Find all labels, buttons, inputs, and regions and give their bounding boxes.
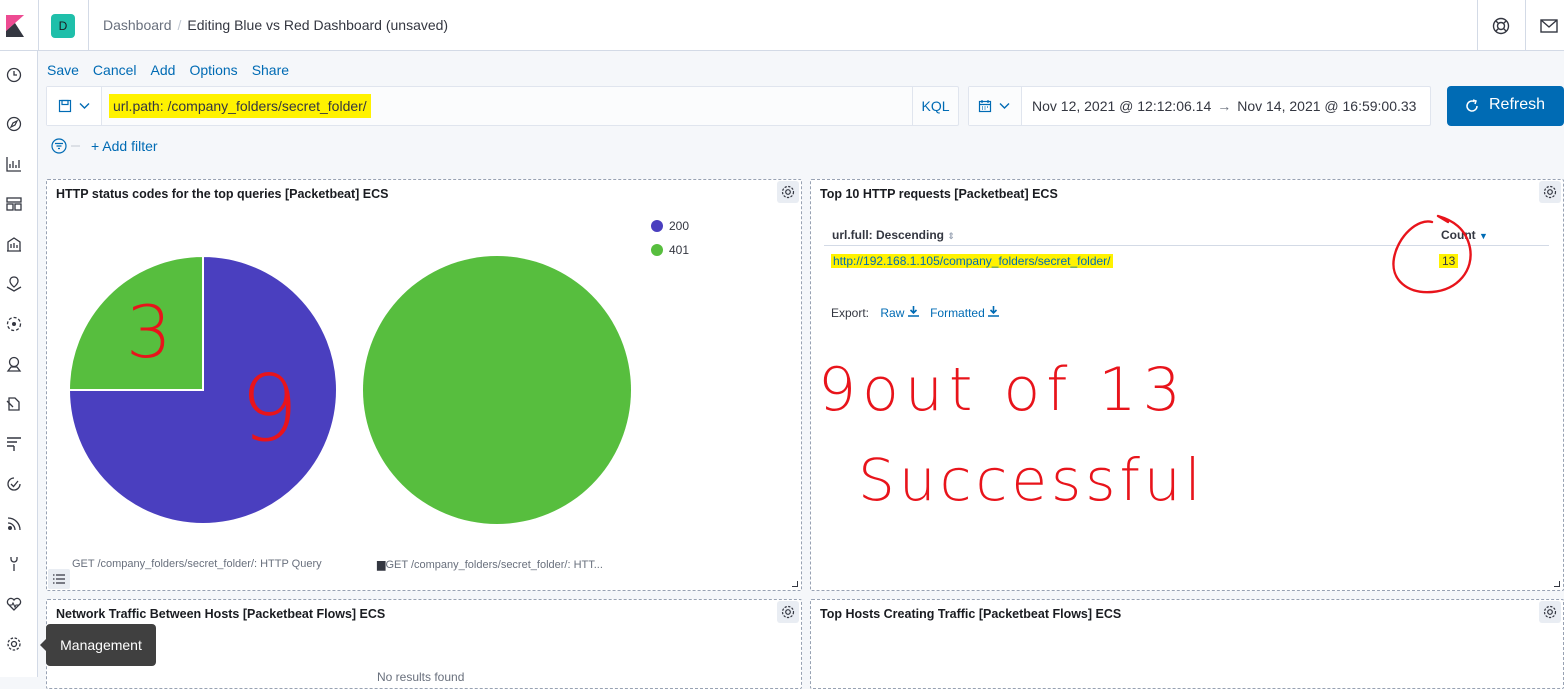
options-button[interactable]: Options [189,62,237,78]
date-range: Nov 12, 2021 @ 12:12:06.14 → Nov 14, 2021 … [1032,98,1416,114]
save-button[interactable]: Save [47,62,79,78]
refresh-button[interactable]: Refresh [1447,86,1564,126]
start-date[interactable]: Nov 12, 2021 @ 12:12:06.14 [1032,98,1211,114]
side-nav [0,51,38,677]
sort-icon: ⇕ [947,231,955,241]
resize-handle[interactable] [792,581,798,587]
column-count-label: Count [1441,228,1476,242]
refresh-icon [1466,99,1478,112]
legend-label: 200 [669,219,690,233]
saved-query-button[interactable] [47,87,102,125]
kql-toggle-button[interactable]: KQL [912,87,958,125]
pie-caption-left: GET /company_folders/secret_folder/: HTT… [72,558,322,570]
help-icon[interactable] [1491,16,1511,36]
visualize-chart-icon[interactable] [5,155,23,173]
share-button[interactable]: Share [252,62,289,78]
management-tooltip: Management [40,624,156,666]
export-label: Export: [831,306,870,320]
chevron-down-icon [999,103,1010,109]
breadcrumb-dashboard[interactable]: Dashboard [103,17,172,33]
legend-toggle-list-icon[interactable] [48,569,70,589]
logs-icon[interactable] [5,395,23,413]
panel-network-traffic: Network Traffic Between Hosts [Packetbea… [46,599,802,689]
no-results-message: No results found [377,670,465,684]
panel-options-gear-icon[interactable] [1539,181,1561,203]
breadcrumb-current: Editing Blue vs Red Dashboard (unsaved) [187,17,449,33]
dashboard-toolbar: Save Cancel Add Options Share [47,62,303,80]
space-avatar[interactable]: D [51,14,75,38]
pie-legend: 200 401 [651,220,689,268]
legend-label: 401 [669,243,690,257]
arrow-right-icon: → [1217,98,1232,114]
download-icon [988,306,1000,317]
cancel-button[interactable]: Cancel [93,62,137,78]
metrics-icon[interactable] [5,355,23,373]
apm-icon[interactable] [5,435,23,453]
table-header: url.full: Descending ⇕ Count ▼ [824,226,1549,246]
export-links: Export: Raw Formatted [831,306,1000,320]
legend-item-401[interactable]: 401 [651,244,689,268]
date-picker: Nov 12, 2021 @ 12:12:06.14 → Nov 14, 2021 … [968,86,1431,126]
pie-slice-401[interactable] [67,254,204,391]
recent-clock-icon[interactable] [5,66,23,84]
export-formatted-link[interactable]: Formatted [930,306,1000,320]
export-raw-link[interactable]: Raw [880,306,919,320]
panel-options-gear-icon[interactable] [1539,601,1561,623]
save-disk-icon [58,99,72,113]
pie-charts [67,254,631,525]
breadcrumb: Dashboard / Editing Blue vs Red Dashboard … [103,17,449,33]
refresh-label: Refresh [1489,96,1546,113]
ml-icon[interactable] [5,315,23,333]
panel-title: Network Traffic Between Hosts [Packetbea… [56,607,386,621]
management-gear-icon[interactable] [5,635,23,653]
panel-top-requests: Top 10 HTTP requests [Packetbeat] ECS ur… [810,179,1564,591]
legend-dot [651,244,663,256]
column-url-full[interactable]: url.full: Descending ⇕ [832,228,955,242]
top-header: D Dashboard / Editing Blue vs Red Dashboar… [0,0,1564,51]
export-formatted-label: Formatted [930,306,985,320]
resize-handle[interactable] [1554,581,1560,587]
header-divider [88,0,89,51]
panel-top-hosts: Top Hosts Creating Traffic [Packetbeat F… [810,599,1564,689]
pie-slice-401[interactable] [363,256,631,524]
query-input[interactable]: url.path: /company_folders/secret_folder… [109,94,371,118]
table-row-url[interactable]: http://192.168.1.105/company_folders/sec… [831,254,1113,268]
chevron-down-icon [79,103,90,109]
table-row-count: 13 [1439,254,1459,268]
mail-icon[interactable] [1539,16,1559,36]
add-button[interactable]: Add [151,62,176,78]
header-divider [1525,0,1526,51]
header-divider [1477,0,1478,51]
panel-title: Top Hosts Creating Traffic [Packetbeat F… [820,607,1122,621]
download-icon [907,306,919,317]
pie-caption-right: ▆GET /company_folders/secret_folder/: HT… [377,559,603,571]
siem-icon[interactable] [5,515,23,533]
canvas-icon[interactable] [5,235,23,253]
panel-status-codes: HTTP status codes for the top queries [P… [46,179,802,591]
end-date[interactable]: Nov 14, 2021 @ 16:59:00.33 [1237,98,1416,114]
discover-compass-icon[interactable] [5,115,23,133]
calendar-icon [978,100,992,113]
sort-desc-icon: ▼ [1479,231,1488,241]
legend-item-200[interactable]: 200 [651,220,689,244]
add-filter-button[interactable]: + Add filter [91,138,158,154]
panel-title: Top 10 HTTP requests [Packetbeat] ECS [820,187,1058,201]
dev-tools-wrench-icon[interactable] [5,555,23,573]
kibana-logo[interactable] [0,0,38,51]
maps-icon[interactable] [5,275,23,293]
quick-select-button[interactable] [969,87,1022,125]
column-count[interactable]: Count ▼ [1441,228,1488,242]
legend-dot [651,220,663,232]
column-url-label: url.full: Descending [832,228,945,242]
dashboard-icon[interactable] [5,195,23,213]
uptime-icon[interactable] [5,475,23,493]
export-raw-label: Raw [880,306,905,320]
stack-monitoring-icon[interactable] [5,595,23,613]
header-divider [38,0,39,51]
filter-options-icon[interactable] [50,137,82,155]
pie-caption-right-text: GET /company_folders/secret_folder/: HTT… [385,559,603,571]
panel-options-gear-icon[interactable] [777,601,799,623]
